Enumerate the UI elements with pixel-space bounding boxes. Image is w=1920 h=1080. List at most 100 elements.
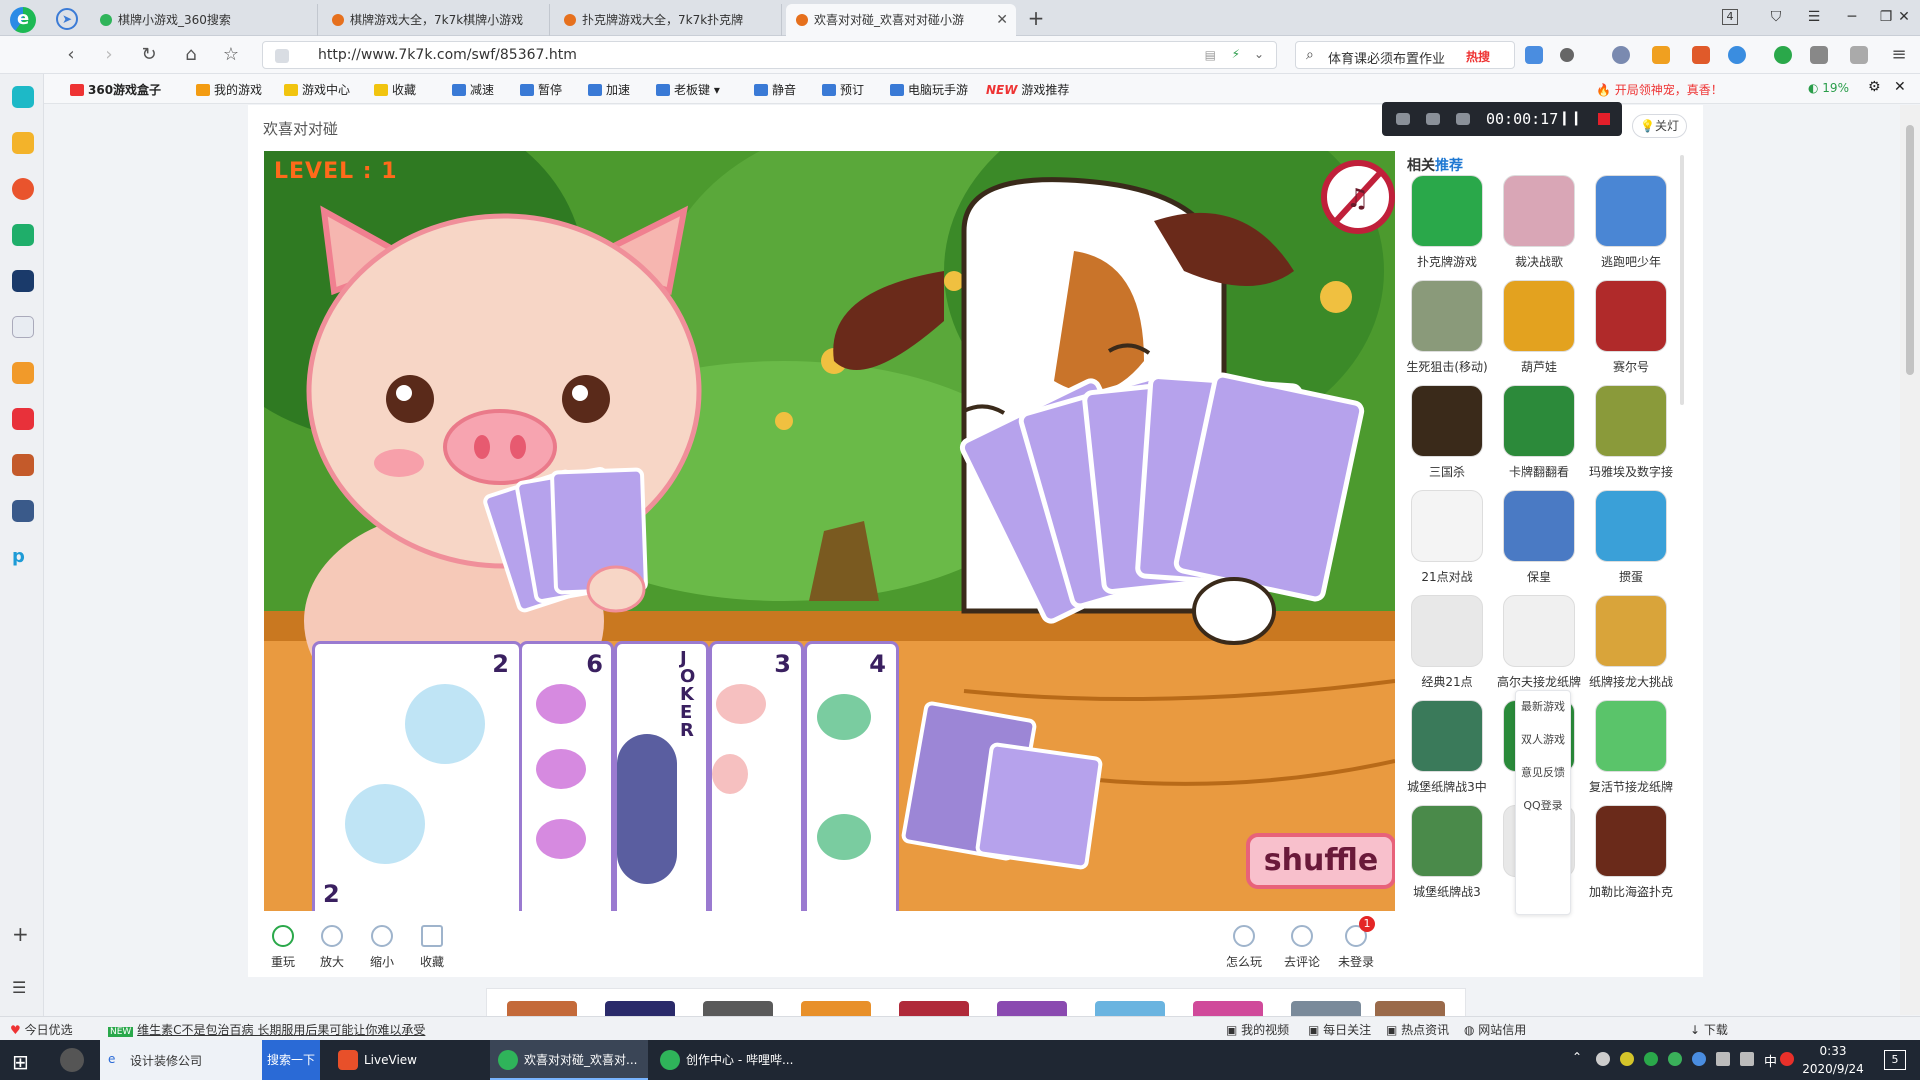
related-game-tile[interactable]: 扑克牌游戏 [1401,175,1493,270]
taskbar-app-browser-game[interactable]: 欢喜对对碰_欢喜对... [490,1040,648,1080]
weibo-icon[interactable] [12,178,34,200]
game-name[interactable]: 逃跑吧少年 [1585,253,1677,270]
game-thumbnail[interactable] [1595,700,1667,772]
game-thumbnail[interactable] [1411,595,1483,667]
search-box[interactable]: ⌕ 体育课必须布置作业 热搜 [1295,41,1515,69]
game-thumbnail[interactable] [1411,175,1483,247]
windows-start-icon[interactable]: ⊞ [12,1050,29,1074]
hand-card[interactable]: 3 [709,641,804,911]
dropdown-icon[interactable]: ⌄ [1254,47,1264,61]
pause-button[interactable]: 暂停 [520,81,562,98]
game-name[interactable]: 三国杀 [1401,463,1493,480]
game-thumbnail[interactable] [1503,595,1575,667]
game-name[interactable]: 掼蛋 [1585,568,1677,585]
zoom-in-button[interactable]: 放大 [312,925,352,970]
related-game-tile[interactable]: 城堡纸牌战3中 [1401,700,1493,795]
daily-follow-link[interactable]: ▣ 每日关注 [1308,1021,1371,1038]
related-game-tile[interactable]: 逃跑吧少年 [1585,175,1677,270]
pen-icon[interactable] [1456,113,1470,125]
game-thumbnail[interactable] [1503,385,1575,457]
speaker-icon[interactable] [1692,46,1710,64]
game-thumbnail[interactable] [1595,385,1667,457]
browser-logo-icon[interactable] [10,7,36,33]
my-games-button[interactable]: 我的游戏 [196,81,262,98]
related-game-tile[interactable]: 玛雅埃及数字接 [1585,385,1677,480]
tab-current-game[interactable]: 欢喜对对碰_欢喜对对碰小游戏 ✕ [786,4,1016,36]
game-name[interactable]: 高尔夫接龙纸牌 [1493,673,1585,690]
collect-button[interactable]: 收藏 [412,925,452,970]
shield-icon[interactable] [1652,46,1670,64]
game-name[interactable]: 扑克牌游戏 [1401,253,1493,270]
tab-poker[interactable]: 扑克牌游戏大全，7k7k扑克牌 [554,4,782,36]
shuffle-button[interactable]: shuffle [1246,833,1395,889]
game-name[interactable]: 加勒比海盗扑克 [1585,883,1677,900]
sync-icon[interactable] [1728,46,1746,64]
close-toolbar-icon[interactable]: ✕ [1894,79,1906,95]
scroll-thumb[interactable] [1906,125,1914,375]
tray-360-icon[interactable] [1644,1052,1658,1066]
system-clock[interactable]: 0:33 2020/9/24 [1788,1042,1878,1078]
game-app-icon[interactable] [12,454,34,476]
hand-card[interactable]: 2 2 [312,641,522,911]
reserve-button[interactable]: 预订 [822,81,864,98]
game-name[interactable]: 城堡纸牌战3 [1401,883,1493,900]
game-name[interactable]: 复活节接龙纸牌 [1585,778,1677,795]
game-thumbnail[interactable] [1503,175,1575,247]
mute-button[interactable]: 静音 [754,81,796,98]
minimize-button[interactable]: ─ [1838,6,1866,28]
game-thumbnail[interactable] [1595,280,1667,352]
novel-app-icon[interactable] [12,362,34,384]
back-button[interactable]: ‹ [58,43,84,67]
game-name[interactable]: 纸牌接龙大挑战 [1585,673,1677,690]
daily-pick-link[interactable]: ♥ 今日优选 [10,1021,73,1038]
related-game-tile[interactable]: 卡牌翻翻看 [1493,385,1585,480]
game-thumbnail[interactable] [1595,595,1667,667]
tray-expand-icon[interactable]: ⌃ [1572,1050,1582,1064]
network-icon[interactable] [1716,1052,1730,1066]
p-app-icon[interactable]: p [12,546,34,568]
game-thumbnail[interactable] [1411,805,1483,877]
bookmark-star-icon[interactable]: ☆ [218,43,244,67]
site-credit-link[interactable]: ◍ 网站信用 [1464,1021,1526,1038]
forward-button[interactable]: › [96,43,122,67]
tray-shield-icon[interactable] [1692,1052,1706,1066]
tab-search[interactable]: 棋牌小游戏_360搜索 [90,4,318,36]
reader-icon[interactable]: ▤ [1205,48,1216,62]
lights-off-button[interactable]: 💡关灯 [1632,114,1687,138]
game-thumbnail[interactable] [1411,700,1483,772]
related-game-tile[interactable]: 21点对战 [1401,490,1493,585]
favorite-button[interactable]: 收藏 [374,81,416,98]
mail-icon[interactable] [1525,46,1543,64]
home-button[interactable]: ⌂ [178,43,204,67]
add-app-icon[interactable]: + [12,922,34,946]
related-game-tile[interactable]: 复活节接龙纸牌 [1585,700,1677,795]
hand-card[interactable]: JOKER [614,641,709,911]
stop-recording-button[interactable] [1598,113,1610,125]
zoom-out-button[interactable]: 缩小 [362,925,402,970]
news-app-icon[interactable] [12,270,34,292]
game-thumbnail[interactable] [1411,280,1483,352]
mobile-games-button[interactable]: 电脑玩手游 [890,81,968,98]
related-game-tile[interactable]: 加勒比海盗扑克 [1585,805,1677,900]
plus-app-icon[interactable] [12,86,34,108]
game-name[interactable]: 卡牌翻翻看 [1493,463,1585,480]
hand-card[interactable]: 6 [519,641,614,911]
game-thumbnail[interactable] [1503,280,1575,352]
panel-scrollbar[interactable] [1680,155,1684,405]
extension-icon[interactable] [1612,46,1630,64]
related-game-tile[interactable]: 生死狙击(移动) [1401,280,1493,375]
game-name[interactable]: 21点对战 [1401,568,1493,585]
eye-icon[interactable] [1396,113,1410,125]
notification-tray-icon[interactable] [1596,1052,1610,1066]
game-name[interactable]: 城堡纸牌战3中 [1401,778,1493,795]
grid-icon[interactable] [1810,46,1828,64]
download-link[interactable]: ↓ 下载 [1690,1021,1728,1038]
hand-card[interactable]: 4 [804,641,899,911]
pause-recording-icon[interactable]: ❙❙ [1559,110,1582,126]
shop-app-icon[interactable] [12,408,34,430]
game-name[interactable]: 生死狙击(移动) [1401,358,1493,375]
promo-link[interactable]: 🔥 开局领神宠，真香！ [1596,81,1723,98]
search-assistant-icon[interactable] [60,1048,84,1072]
latest-games-link[interactable]: 最新游戏 [1516,699,1570,714]
settings-gear-icon[interactable]: ⚙ [1868,79,1881,95]
